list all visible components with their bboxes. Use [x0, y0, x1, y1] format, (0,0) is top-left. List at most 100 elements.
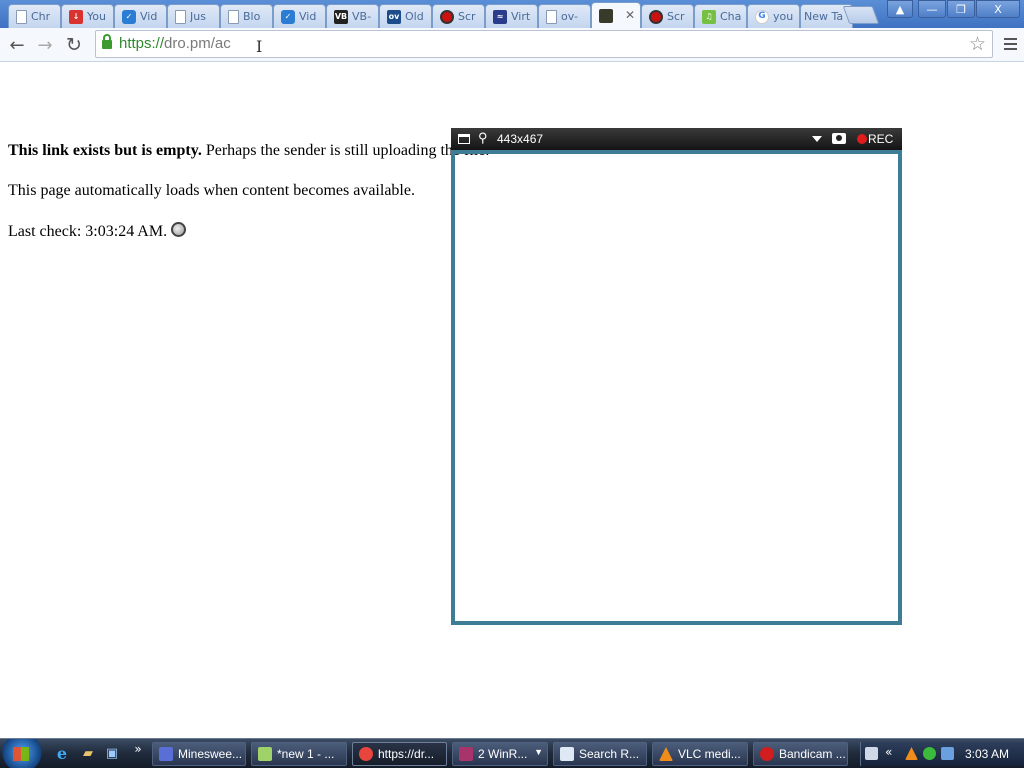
tab[interactable]: Gyou [747, 4, 800, 28]
last-check-line: Last check: 3:03:24 AM. [8, 222, 187, 241]
checkmark-icon: ✓ [122, 9, 136, 24]
tab[interactable]: ↓ You [61, 4, 114, 28]
show-desktop-icon[interactable]: ▣ [104, 745, 120, 761]
internet-explorer-icon[interactable]: e [54, 744, 70, 763]
tab[interactable]: Blo [220, 4, 273, 28]
capture-region-frame[interactable] [451, 150, 902, 625]
document-icon [175, 9, 186, 24]
search-icon[interactable]: ⚲ [478, 130, 488, 146]
taskbar-item[interactable]: VLC medi... [652, 742, 748, 766]
taskbar-item-label: Search R... [579, 747, 640, 761]
back-button[interactable]: ← [5, 33, 29, 57]
tab[interactable]: Jus [167, 4, 220, 28]
tab[interactable]: ♫ Cha [694, 4, 747, 28]
record-icon [649, 9, 663, 24]
reload-icon: ↻ [66, 34, 82, 56]
taskbar-item-label: *new 1 - ... [277, 747, 335, 761]
gallery-icon [599, 8, 613, 23]
taskbar-item[interactable]: 2 WinR... ▼ [452, 742, 548, 766]
folder-icon[interactable]: ▰ [80, 745, 96, 761]
tab-label: Blo [243, 10, 261, 23]
close-tab-icon[interactable]: ✕ [625, 8, 635, 22]
document-icon [560, 747, 574, 761]
tab-label: Virt [511, 10, 531, 23]
tab-label: Scr [458, 10, 476, 23]
last-check-text: Last check: 3:03:24 AM. [8, 223, 168, 240]
taskbar-item-label: VLC medi... [678, 747, 741, 761]
taskbar-item-label: Bandicam ... [779, 747, 846, 761]
chevron-right-icon[interactable]: » [130, 741, 146, 757]
dropdown-arrow-icon[interactable] [812, 136, 822, 142]
ov-icon: ov [387, 9, 401, 24]
capture-toolbar[interactable]: ⚲ 443x467 REC [451, 128, 902, 150]
google-icon: G [755, 9, 769, 24]
close-window-button[interactable]: X [976, 0, 1020, 18]
tab[interactable]: VB VB- [326, 4, 379, 28]
bookmark-star-icon[interactable]: ☆ [969, 33, 986, 55]
tab[interactable]: ov Old [379, 4, 432, 28]
minimize-button[interactable]: — [918, 0, 946, 18]
tab[interactable]: Chr [8, 4, 61, 28]
tab-label: Jus [190, 10, 206, 23]
tab-active[interactable]: ✕ [591, 2, 641, 28]
wave-icon: ≈ [493, 9, 507, 24]
network-icon[interactable] [941, 747, 954, 760]
forward-button[interactable]: → [33, 33, 57, 57]
taskbar-item[interactable]: *new 1 - ... [251, 742, 347, 766]
taskbar-item[interactable]: Bandicam ... [753, 742, 848, 766]
chrome-icon [359, 747, 373, 761]
tab-label: New Ta [804, 10, 844, 23]
message-bold: This link exists but is empty. [8, 142, 202, 159]
camera-icon[interactable] [832, 133, 846, 144]
tab-list: Chr ↓ You ✓ Vid Jus Blo ✓ Vid VB VB- ov Old S… [8, 2, 853, 28]
vlc-icon[interactable] [905, 747, 918, 760]
url-scheme: https:// [119, 35, 165, 52]
tab[interactable]: ov- [538, 4, 591, 28]
status-icon[interactable] [923, 747, 936, 760]
loading-spinner-icon [171, 222, 187, 237]
url-host-path: dro.pm/ac [164, 35, 231, 52]
restore-button[interactable]: ❐ [947, 0, 975, 18]
capture-size: 443x467 [497, 132, 544, 146]
tab-label: You [87, 10, 106, 23]
download-icon: ↓ [69, 9, 83, 24]
taskbar: e ▰ ▣ » Mineswee... *new 1 - ... https:/… [0, 738, 1024, 768]
minesweeper-icon [159, 747, 173, 761]
tray-expand-icon[interactable]: « [885, 745, 892, 759]
message-rest: Perhaps the sender is still uploading th… [201, 142, 490, 159]
text-cursor-icon: I [256, 37, 263, 56]
url-text[interactable]: https://dro.pm/ac [119, 35, 231, 52]
tab[interactable]: Scr [432, 4, 485, 28]
checkmark-icon: ✓ [281, 9, 295, 24]
tab-label: VB- [352, 10, 372, 23]
menu-icon[interactable] [1004, 38, 1017, 53]
tab[interactable]: Scr [641, 4, 694, 28]
tab[interactable]: ✓ Vid [114, 4, 167, 28]
clock[interactable]: 3:03 AM [965, 747, 1009, 761]
window-controls: ▲ — ❐ X [886, 0, 1020, 18]
tab-label: ov- [561, 10, 578, 23]
dropdown-arrow-icon[interactable]: ▼ [534, 747, 543, 757]
reload-button[interactable]: ↻ [62, 33, 86, 57]
record-dot-icon [857, 134, 867, 144]
tab[interactable]: ≈ Virt [485, 4, 538, 28]
user-icon[interactable]: ▲ [887, 0, 913, 18]
taskbar-item-active[interactable]: https://dr... [352, 742, 447, 766]
tab-label: Old [405, 10, 424, 23]
tab-label: Chr [31, 10, 51, 23]
keyboard-icon[interactable] [865, 747, 878, 760]
window-icon[interactable] [458, 134, 470, 144]
browser-toolbar: ← → ↻ https://dro.pm/ac I ☆ [0, 28, 1024, 62]
system-tray: « 3:03 AM [860, 742, 1024, 766]
empty-link-message: This link exists but is empty. Perhaps t… [8, 142, 489, 160]
tab[interactable]: ✓ Vid [273, 4, 326, 28]
taskbar-item-label: 2 WinR... [478, 747, 528, 761]
new-tab-button[interactable] [842, 6, 880, 24]
address-bar[interactable]: https://dro.pm/ac I ☆ [95, 30, 993, 58]
taskbar-item[interactable]: Mineswee... [152, 742, 246, 766]
winrar-icon [459, 747, 473, 761]
rec-button[interactable]: REC [868, 132, 893, 146]
taskbar-item[interactable]: Search R... [553, 742, 647, 766]
start-button[interactable] [0, 739, 44, 768]
back-arrow-icon: ← [9, 34, 25, 56]
